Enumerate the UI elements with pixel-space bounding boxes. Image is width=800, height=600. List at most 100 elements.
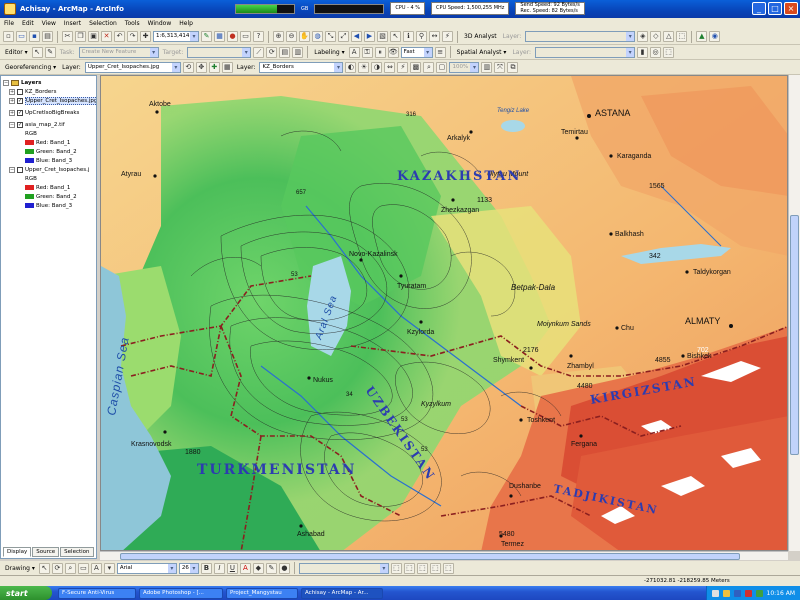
- menu-window[interactable]: Window: [148, 20, 172, 27]
- toc-layer-kz-borders[interactable]: + KZ_Borders: [3, 87, 94, 96]
- maximize-button[interactable]: □: [768, 2, 782, 15]
- identify-icon[interactable]: ℹ: [403, 31, 414, 42]
- menu-help[interactable]: Help: [179, 20, 193, 27]
- tab-display[interactable]: Display: [3, 547, 32, 557]
- line-color-icon[interactable]: ✎: [265, 562, 277, 574]
- arctoolbox-icon[interactable]: ▦: [214, 31, 225, 42]
- tray-network-icon[interactable]: [711, 589, 719, 597]
- lock-labels-icon[interactable]: ⚿: [361, 46, 373, 58]
- toc-layer-upcretisobigbreaks[interactable]: + ✓ UpCretIsoBigBreaks: [3, 108, 94, 117]
- raster-resolution-icon[interactable]: ▥: [481, 61, 493, 73]
- topology-tool3-icon[interactable]: ⬚: [416, 562, 428, 574]
- paste-icon[interactable]: ▣: [88, 31, 99, 42]
- italic-icon[interactable]: I: [213, 562, 225, 574]
- close-button[interactable]: ×: [784, 2, 798, 15]
- add-control-points-icon[interactable]: ✚: [208, 61, 220, 73]
- effects-layer-combo[interactable]: KZ_Borders: [259, 61, 344, 73]
- 3d-tool-icon[interactable]: ◈: [637, 31, 649, 42]
- rotate-tool-icon[interactable]: ⟳: [266, 46, 278, 58]
- toc-layer-upper-cret-isopaches-2[interactable]: − Upper_Cret_Isopaches.j: [3, 165, 94, 174]
- spatial-tool-icon[interactable]: ⬚: [663, 46, 675, 58]
- labeling-menu[interactable]: Labeling ▾: [312, 49, 346, 56]
- 3d-tool4-icon[interactable]: ⬚: [676, 31, 688, 42]
- map-horizontal-scrollbar[interactable]: [100, 551, 788, 560]
- map-canvas[interactable]: 316 657 53 34 53 53 ASTANA Aktobe Atyrau…: [101, 76, 788, 551]
- zoom-percent-combo[interactable]: 100%: [449, 61, 480, 73]
- sketch-tool-icon[interactable]: ✎: [44, 46, 56, 58]
- menu-view[interactable]: View: [42, 20, 56, 27]
- label-manager-icon[interactable]: A: [348, 46, 360, 58]
- sketch-properties-icon[interactable]: ▥: [292, 46, 304, 58]
- view-link-table-icon[interactable]: ▦: [221, 61, 233, 73]
- underline-icon[interactable]: U: [226, 562, 238, 574]
- full-extent-icon[interactable]: ◍: [312, 31, 323, 42]
- 3d-analyst-menu[interactable]: 3D Analyst: [462, 33, 499, 40]
- build-pyramids-icon[interactable]: ⧉: [507, 61, 519, 73]
- map-scale-combo[interactable]: 1:6,313,414: [153, 31, 199, 42]
- fixed-zoom-out-icon[interactable]: ⤢: [338, 31, 349, 42]
- georeferencing-menu[interactable]: Georeferencing ▾: [3, 64, 58, 71]
- select-features-icon[interactable]: ▧: [377, 31, 388, 42]
- edit-tool-icon[interactable]: ↖: [31, 46, 43, 58]
- layer-checkbox[interactable]: ✓: [17, 121, 23, 128]
- menu-edit[interactable]: Edit: [22, 20, 34, 27]
- measure-icon[interactable]: ↔: [429, 31, 440, 42]
- swipe-icon[interactable]: ⇔: [384, 61, 396, 73]
- menu-file[interactable]: File: [4, 20, 14, 27]
- select-elements-icon[interactable]: ↖: [390, 31, 401, 42]
- attributes-icon[interactable]: ▤: [279, 46, 291, 58]
- redo-icon[interactable]: ↷: [127, 31, 138, 42]
- spatial-layer-combo[interactable]: [535, 46, 636, 58]
- editor-menu[interactable]: Editor ▾: [3, 49, 30, 56]
- layer-checkbox[interactable]: ✓: [17, 109, 23, 116]
- transparency-icon[interactable]: ◑: [371, 61, 383, 73]
- help-whats-this-icon[interactable]: ?: [253, 31, 264, 42]
- delete-icon[interactable]: ✕: [101, 31, 112, 42]
- georef-layer-combo[interactable]: Upper_Cret_Isopaches.jpg: [84, 61, 181, 73]
- topology-tool2-icon[interactable]: ⬚: [403, 562, 415, 574]
- font-color-icon[interactable]: A: [239, 562, 251, 574]
- toc-layer-upper-cret-isopaches[interactable]: + ✓ Upper_Cret_Isopaches.jpg: [3, 96, 96, 105]
- font-size-combo[interactable]: 26: [178, 562, 199, 574]
- 3d-tool2-icon[interactable]: ◇: [650, 31, 662, 42]
- magnifier-icon[interactable]: ⌕: [423, 61, 435, 73]
- shift-georef-icon[interactable]: ✥: [195, 61, 207, 73]
- continuous-pan-icon[interactable]: ⤧: [494, 61, 506, 73]
- tray-antivirus-icon[interactable]: [733, 589, 741, 597]
- text-tool-icon[interactable]: A: [90, 562, 102, 574]
- pause-labeling-icon[interactable]: ⏸: [374, 46, 386, 58]
- layer-checkbox[interactable]: ✓: [17, 97, 23, 104]
- task-arcmap[interactable]: Achisay - ArcMap - Ar...: [301, 587, 383, 599]
- find-icon[interactable]: ⚲: [416, 31, 427, 42]
- bold-icon[interactable]: B: [200, 562, 212, 574]
- topology-tool4-icon[interactable]: ⬚: [429, 562, 441, 574]
- rotate-georef-icon[interactable]: ⟲: [182, 61, 194, 73]
- font-name-combo[interactable]: Arial: [116, 562, 177, 574]
- tray-volume-icon[interactable]: [722, 589, 730, 597]
- marker-color-icon[interactable]: ●: [278, 562, 290, 574]
- flicker-icon[interactable]: ⚡: [397, 61, 409, 73]
- vscroll-thumb[interactable]: [790, 215, 799, 455]
- split-tool-icon[interactable]: ⟋: [253, 46, 265, 58]
- contrast-icon[interactable]: ◐: [345, 61, 357, 73]
- fill-color-icon[interactable]: ◆: [252, 562, 264, 574]
- overview-icon[interactable]: ▢: [436, 61, 448, 73]
- menu-selection[interactable]: Selection: [89, 20, 117, 27]
- layer-checkbox[interactable]: [17, 166, 23, 173]
- tray-security-icon[interactable]: [744, 589, 752, 597]
- new-document-icon[interactable]: ▫: [3, 31, 14, 42]
- select-elements-icon[interactable]: ↖: [38, 562, 50, 574]
- rectangle-tool-icon[interactable]: ▭: [77, 562, 89, 574]
- copy-icon[interactable]: ❐: [75, 31, 86, 42]
- target-combo[interactable]: [187, 46, 252, 58]
- task-combo[interactable]: Create New Feature: [78, 46, 159, 58]
- save-icon[interactable]: ▪: [29, 31, 40, 42]
- pan-icon[interactable]: ✋: [299, 31, 310, 42]
- arccatalog-icon[interactable]: ●: [227, 31, 238, 42]
- label-priority-icon[interactable]: ≡: [434, 46, 446, 58]
- text-options-icon[interactable]: ▾: [103, 562, 115, 574]
- zoom-in-icon[interactable]: ⊕: [273, 31, 284, 42]
- view-unplaced-icon[interactable]: 👁: [387, 46, 399, 58]
- topology-tool-icon[interactable]: ⬚: [390, 562, 402, 574]
- tab-source[interactable]: Source: [32, 547, 60, 557]
